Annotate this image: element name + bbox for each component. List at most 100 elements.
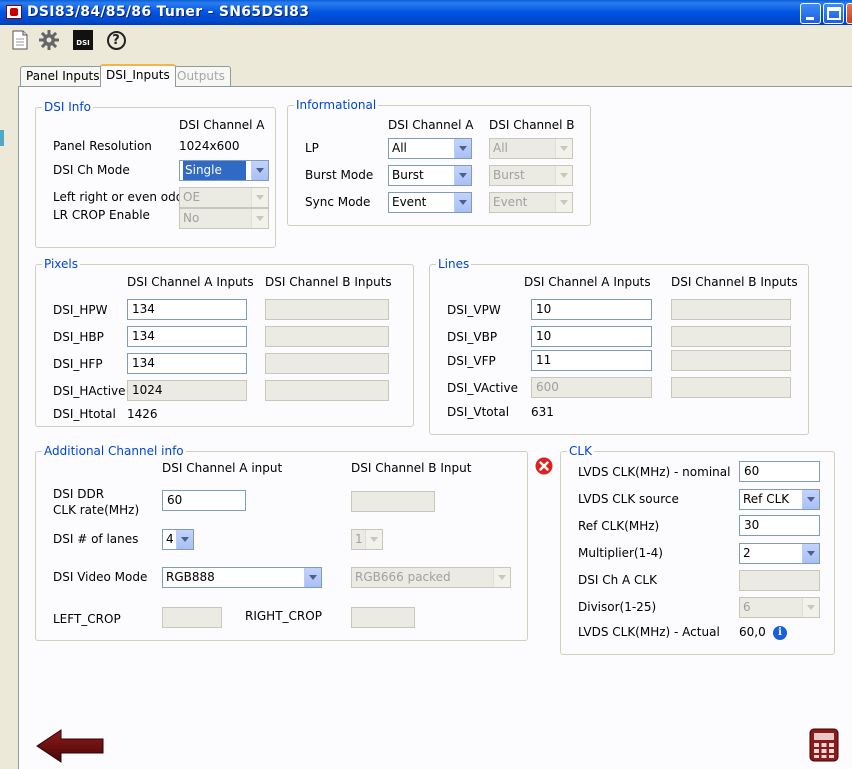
chevron-down-icon[interactable] <box>304 568 321 587</box>
dsi-hpw-label: DSI_HPW <box>53 303 108 317</box>
dsi-hbp-b-input <box>265 326 389 347</box>
lvds-clk-source-select[interactable]: Ref CLK <box>739 489 820 510</box>
dsi-ddr-label-line1: DSI DDR <box>53 487 105 501</box>
lr-crop-value: No <box>183 211 200 225</box>
dsi-ddr-a-input[interactable]: 60 <box>162 490 246 511</box>
dsi-hactive-b-input <box>265 380 389 401</box>
lp-b-select: All <box>489 138 573 159</box>
app-icon[interactable] <box>6 5 22 19</box>
dsi-ddr-label-line2: CLK rate(MHz) <box>53 503 140 517</box>
lp-a-value: All <box>392 141 407 155</box>
lp-label: LP <box>305 141 319 155</box>
additional-channel-info-group: Additional Channel info DSI Channel A in… <box>35 444 528 641</box>
burst-mode-label: Burst Mode <box>305 168 374 182</box>
pixels-legend: Pixels <box>42 257 81 271</box>
multiplier-value: 2 <box>743 546 751 560</box>
dsi-video-mode-b-select: RGB666 packed <box>351 567 511 588</box>
dsi-vbp-a-input[interactable]: 10 <box>531 326 652 347</box>
help-icon[interactable]: ? <box>105 29 127 51</box>
burst-a-select[interactable]: Burst <box>388 165 472 186</box>
dsi-ch-a-clk-input <box>739 570 820 591</box>
informational-legend: Informational <box>294 98 379 112</box>
error-icon[interactable] <box>535 457 553 475</box>
back-arrow-icon <box>36 729 104 763</box>
dsi-vbp-label: DSI_VBP <box>447 330 498 344</box>
dsi-vfp-a-input[interactable]: 11 <box>531 350 652 371</box>
window-title: DSI83/84/85/86 Tuner - SN65DSI83 <box>27 4 310 20</box>
dsi-info-group: DSI Info DSI Channel A Panel Resolution … <box>35 100 276 248</box>
minimize-icon <box>801 4 820 23</box>
pixels-channel-b-header: DSI Channel B Inputs <box>265 275 392 289</box>
dsi-hpw-a-input[interactable]: 134 <box>127 299 247 320</box>
dsi-vtotal-value: 631 <box>531 405 554 419</box>
additional-channel-info-legend: Additional Channel info <box>42 444 186 458</box>
lvds-clk-nominal-input[interactable]: 60 <box>739 461 820 482</box>
multiplier-select[interactable]: 2 <box>739 543 820 564</box>
document-icon[interactable] <box>9 29 31 51</box>
dsi-htotal-value: 1426 <box>127 407 158 421</box>
pixels-channel-a-header: DSI Channel A Inputs <box>127 275 254 289</box>
panel-resolution-label: Panel Resolution <box>53 139 152 153</box>
dsi-vbp-b-input <box>671 326 791 347</box>
chevron-down-icon[interactable] <box>454 166 471 185</box>
dsi-hfp-a-input[interactable]: 134 <box>127 353 247 374</box>
dsi-lanes-a-select[interactable]: 4 <box>162 529 194 550</box>
chevron-down-icon[interactable] <box>251 161 268 180</box>
lines-group: Lines DSI Channel A Inputs DSI Channel B… <box>429 257 809 435</box>
sync-mode-label: Sync Mode <box>305 195 371 209</box>
dsi-ch-mode-value: Single <box>183 161 246 180</box>
dsi-lanes-b-select: 1 <box>351 529 383 550</box>
dsi-htotal-label: DSI_Htotal <box>53 407 116 421</box>
chevron-down-icon[interactable] <box>454 139 471 158</box>
background-window-strip <box>0 130 4 146</box>
divisor-select: 6 <box>739 597 820 618</box>
lp-a-select[interactable]: All <box>388 138 472 159</box>
dsi-hactive-label: DSI_HActive <box>53 384 126 398</box>
right-crop-label: RIGHT_CROP <box>245 609 322 623</box>
dsi-vfp-label: DSI_VFP <box>447 354 496 368</box>
dsi-info-channel-a-header: DSI Channel A <box>179 118 265 132</box>
dsi-hfp-label: DSI_HFP <box>53 357 103 371</box>
dsi-lanes-b-value: 1 <box>355 532 363 546</box>
chevron-down-icon[interactable] <box>802 544 819 563</box>
maximize-icon <box>824 4 843 23</box>
burst-a-value: Burst <box>392 168 424 182</box>
dsi-icon[interactable]: DSI <box>72 29 94 51</box>
chevron-down-icon <box>251 209 268 228</box>
help-glyph: ? <box>106 30 126 50</box>
lr-odd-label: Left right or even odd <box>53 190 184 204</box>
sync-a-select[interactable]: Event <box>388 192 472 213</box>
divisor-label: Divisor(1-25) <box>578 600 657 614</box>
dsi-vactive-label: DSI_VActive <box>447 381 518 395</box>
maximize-button[interactable] <box>823 3 844 24</box>
ref-clk-input[interactable]: 30 <box>739 515 820 536</box>
additional-channel-a-header: DSI Channel A input <box>162 461 283 475</box>
additional-channel-b-header: DSI Channel B Input <box>351 461 472 475</box>
dsi-vactive-a-input: 600 <box>531 377 652 398</box>
chevron-down-icon[interactable] <box>802 490 819 509</box>
tab-panel-inputs[interactable]: Panel Inputs <box>20 66 106 86</box>
dsi-hbp-a-input[interactable]: 134 <box>127 326 247 347</box>
chevron-down-icon <box>365 530 382 549</box>
back-arrow-button[interactable] <box>35 727 107 765</box>
close-button[interactable] <box>846 3 852 24</box>
tab-dsi-inputs[interactable]: DSI_Inputs <box>100 64 176 87</box>
info-icon[interactable]: i <box>773 626 787 640</box>
calculator-button[interactable] <box>809 728 839 762</box>
chevron-down-icon <box>802 598 819 617</box>
left-crop-label: LEFT_CROP <box>53 612 121 626</box>
dsi-vpw-a-input[interactable]: 10 <box>531 299 652 320</box>
gear-icon[interactable] <box>38 29 60 51</box>
minimize-button[interactable] <box>800 3 821 24</box>
ref-clk-label: Ref CLK(MHz) <box>578 519 660 533</box>
lvds-clk-actual-value: 60,0 <box>739 625 766 639</box>
dsi-vfp-b-input <box>671 350 791 371</box>
lvds-clk-source-label: LVDS CLK source <box>578 492 679 506</box>
chevron-down-icon[interactable] <box>454 193 471 212</box>
dsi-video-mode-b-value: RGB666 packed <box>355 570 451 584</box>
title-bar[interactable]: DSI83/84/85/86 Tuner - SN65DSI83 <box>0 0 852 25</box>
chevron-down-icon[interactable] <box>176 530 193 549</box>
dsi-ch-mode-select[interactable]: Single <box>179 160 269 181</box>
dsi-video-mode-a-select[interactable]: RGB888 <box>162 567 322 588</box>
sync-b-select: Event <box>489 192 573 213</box>
